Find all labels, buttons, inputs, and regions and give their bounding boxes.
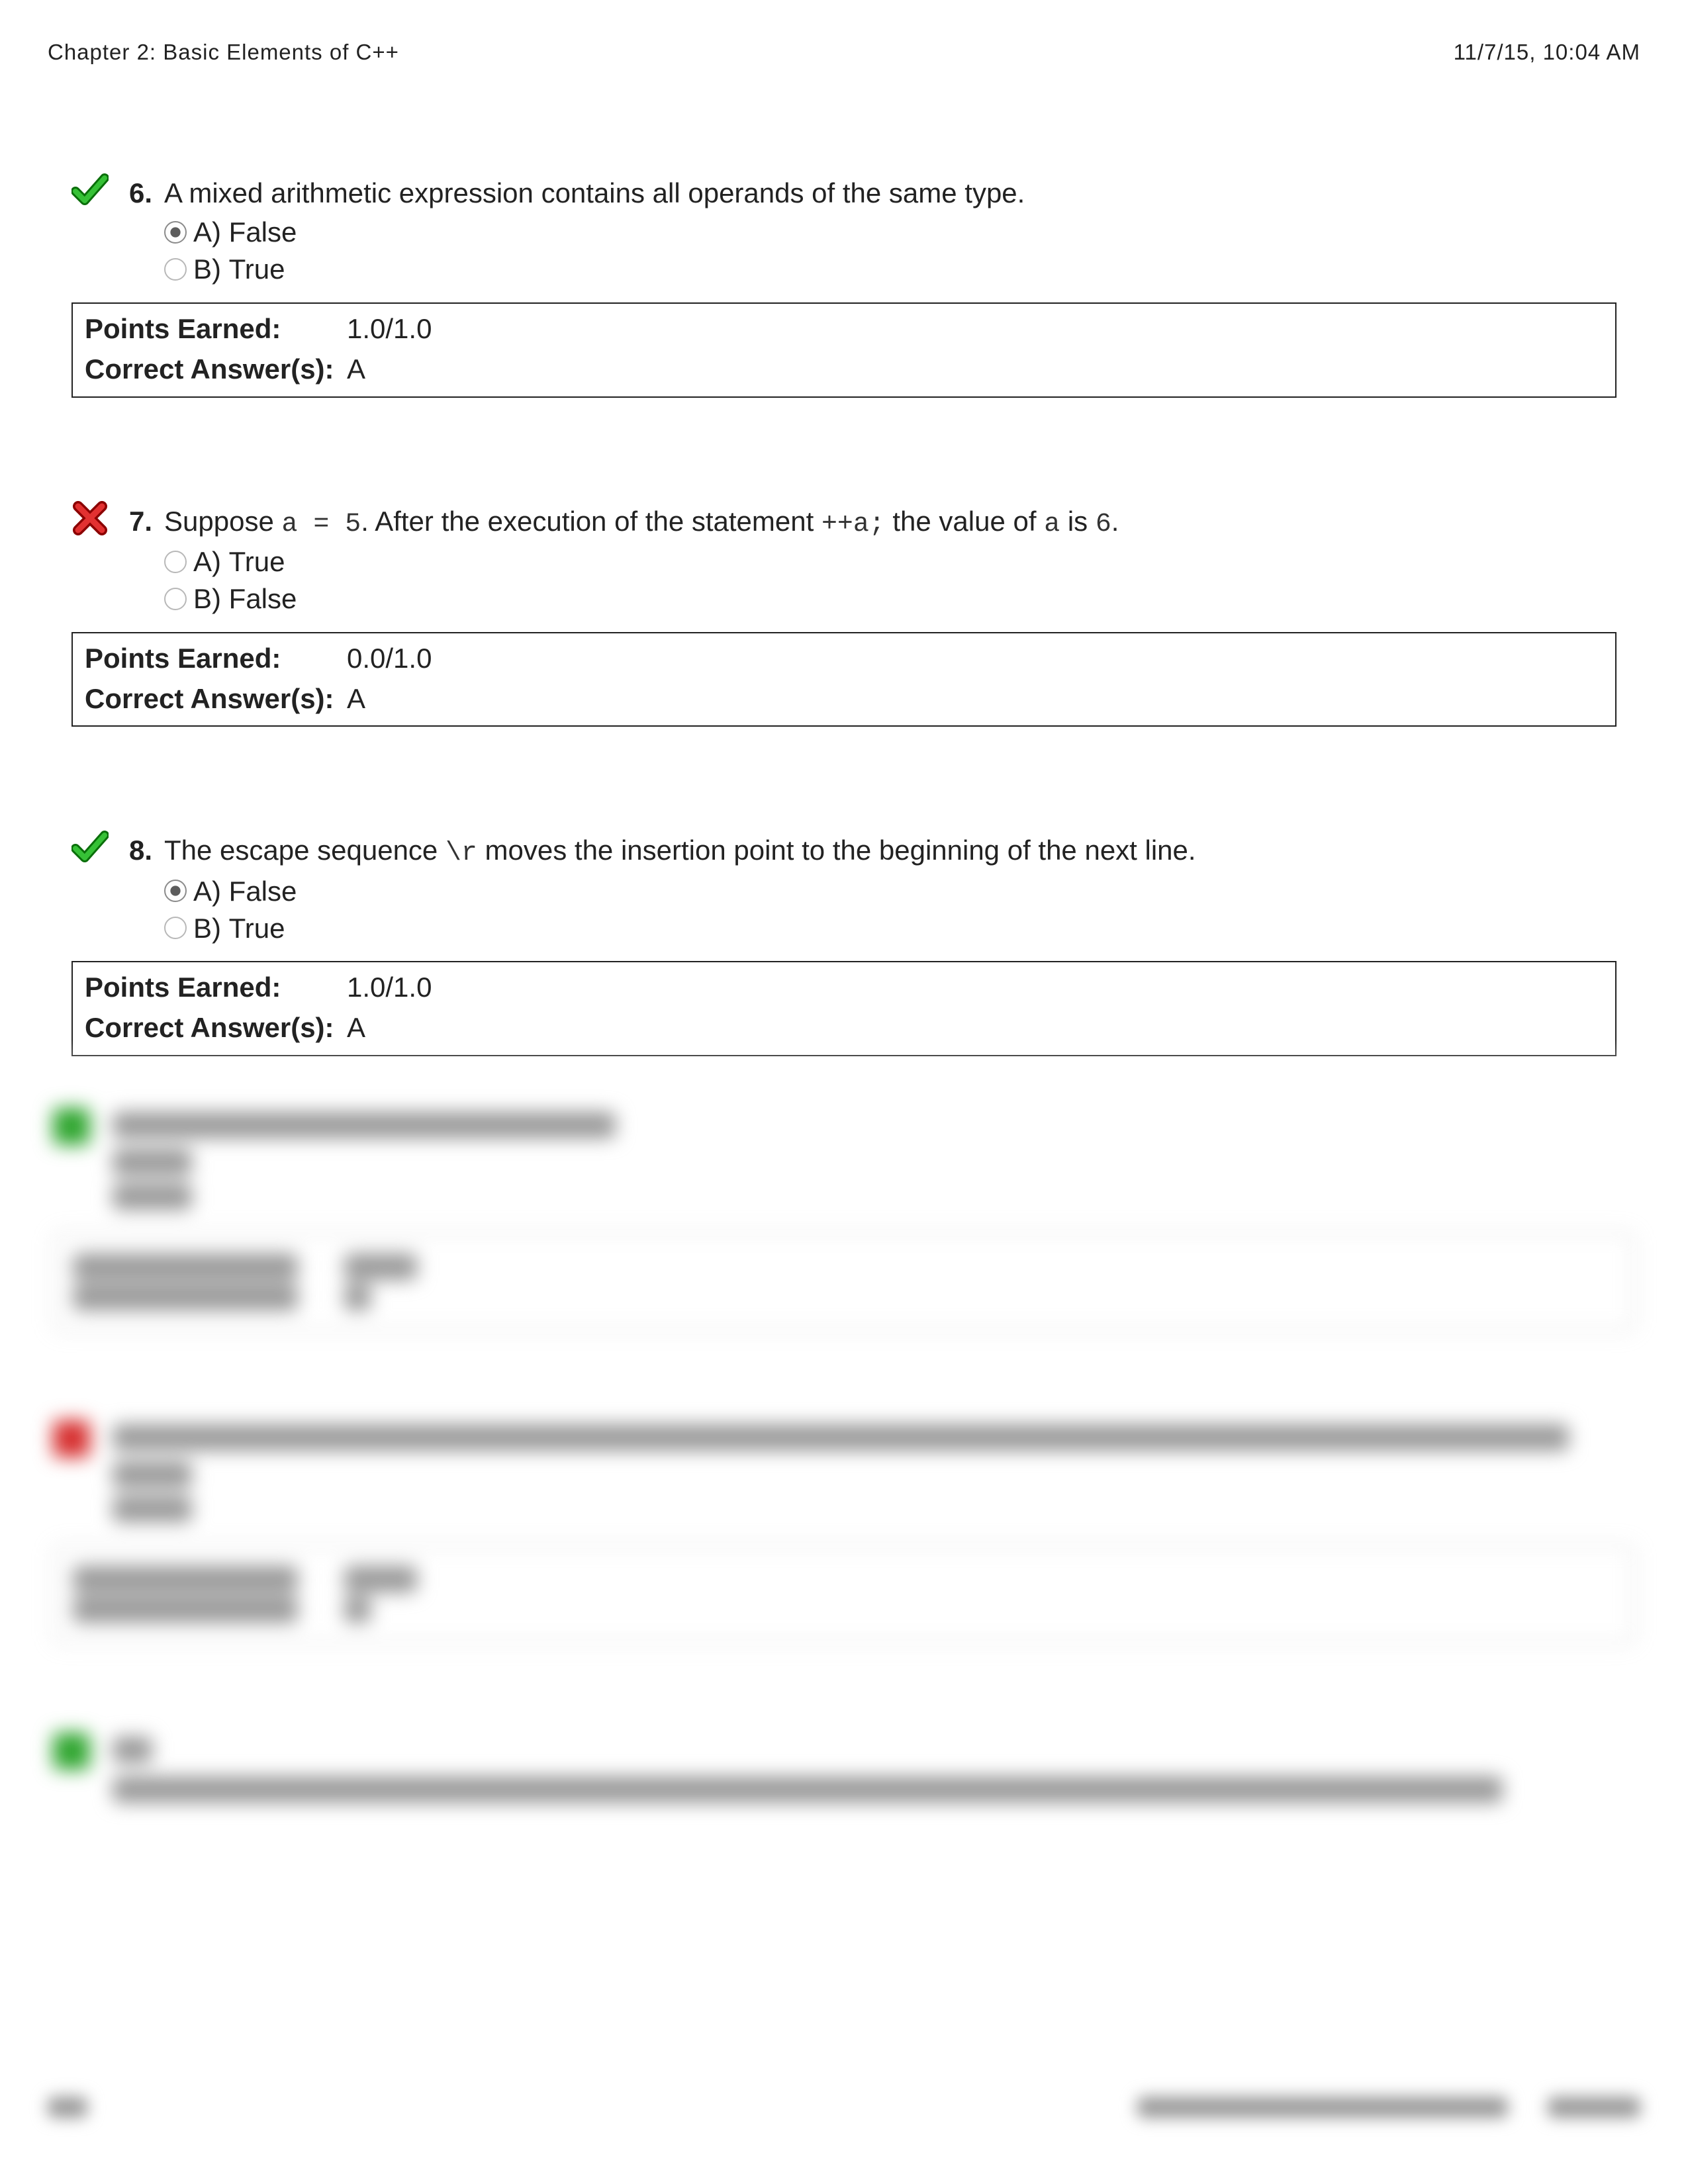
- option-a[interactable]: A) False: [164, 872, 1617, 909]
- page-footer: [48, 2097, 1640, 2118]
- option-a[interactable]: A) True: [164, 543, 1617, 580]
- points-earned-label: Points Earned:: [85, 309, 347, 349]
- option-letter: B): [193, 251, 221, 287]
- result-box: Points Earned: 0.0/1.0 Correct Answer(s)…: [71, 632, 1617, 727]
- question-prompt: A mixed arithmetic expression contains a…: [164, 175, 1617, 211]
- cross-icon: [71, 500, 109, 537]
- option-letter: A): [193, 544, 221, 580]
- option-label: True: [229, 251, 285, 287]
- points-earned-value: 1.0/1.0: [347, 968, 432, 1008]
- option-letter: B): [193, 581, 221, 617]
- radio-icon: [164, 880, 187, 902]
- question-number: 7.: [118, 504, 152, 539]
- radio-icon: [164, 258, 187, 281]
- option-label: False: [229, 874, 297, 909]
- correct-answer-label: Correct Answer(s):: [85, 1008, 347, 1048]
- option-b[interactable]: B) False: [164, 580, 1617, 617]
- checkmark-icon: [71, 171, 109, 208]
- question-8: 8. The escape sequence \r moves the inse…: [71, 833, 1617, 1056]
- option-label: True: [229, 911, 285, 946]
- question-6: 6. A mixed arithmetic expression contain…: [71, 175, 1617, 398]
- question-list: 6. A mixed arithmetic expression contain…: [71, 175, 1617, 1162]
- option-label: False: [229, 214, 297, 250]
- option-b[interactable]: B) True: [164, 909, 1617, 946]
- correct-answer-value: A: [347, 349, 365, 390]
- points-earned-value: 0.0/1.0: [347, 639, 432, 679]
- question-number: 8.: [118, 833, 152, 868]
- points-earned-label: Points Earned:: [85, 968, 347, 1008]
- option-letter: A): [193, 214, 221, 250]
- result-box: Points Earned: 1.0/1.0 Correct Answer(s)…: [71, 961, 1617, 1056]
- question-prompt: The escape sequence \r moves the inserti…: [164, 833, 1617, 870]
- option-label: True: [229, 544, 285, 580]
- page-header: Chapter 2: Basic Elements of C++ 11/7/15…: [48, 40, 1640, 65]
- option-letter: A): [193, 874, 221, 909]
- checkmark-icon: [71, 829, 109, 866]
- correct-answer-label: Correct Answer(s):: [85, 349, 347, 390]
- option-b[interactable]: B) True: [164, 251, 1617, 288]
- radio-icon: [164, 221, 187, 244]
- correct-answer-value: A: [347, 679, 365, 719]
- radio-icon: [164, 588, 187, 610]
- correct-answer-label: Correct Answer(s):: [85, 679, 347, 719]
- option-a[interactable]: A) False: [164, 214, 1617, 251]
- radio-icon: [164, 551, 187, 573]
- page-timestamp: 11/7/15, 10:04 AM: [1454, 40, 1640, 65]
- points-earned-label: Points Earned:: [85, 639, 347, 679]
- result-box: Points Earned: 1.0/1.0 Correct Answer(s)…: [71, 302, 1617, 398]
- page-title: Chapter 2: Basic Elements of C++: [48, 40, 399, 65]
- question-prompt: Suppose a = 5. After the execution of th…: [164, 504, 1617, 541]
- question-7: 7. Suppose a = 5. After the execution of…: [71, 504, 1617, 727]
- locked-preview: [53, 1112, 1635, 1803]
- correct-answer-value: A: [347, 1008, 365, 1048]
- points-earned-value: 1.0/1.0: [347, 309, 432, 349]
- radio-icon: [164, 917, 187, 939]
- option-label: False: [229, 581, 297, 617]
- question-number: 6.: [118, 175, 152, 211]
- option-letter: B): [193, 911, 221, 946]
